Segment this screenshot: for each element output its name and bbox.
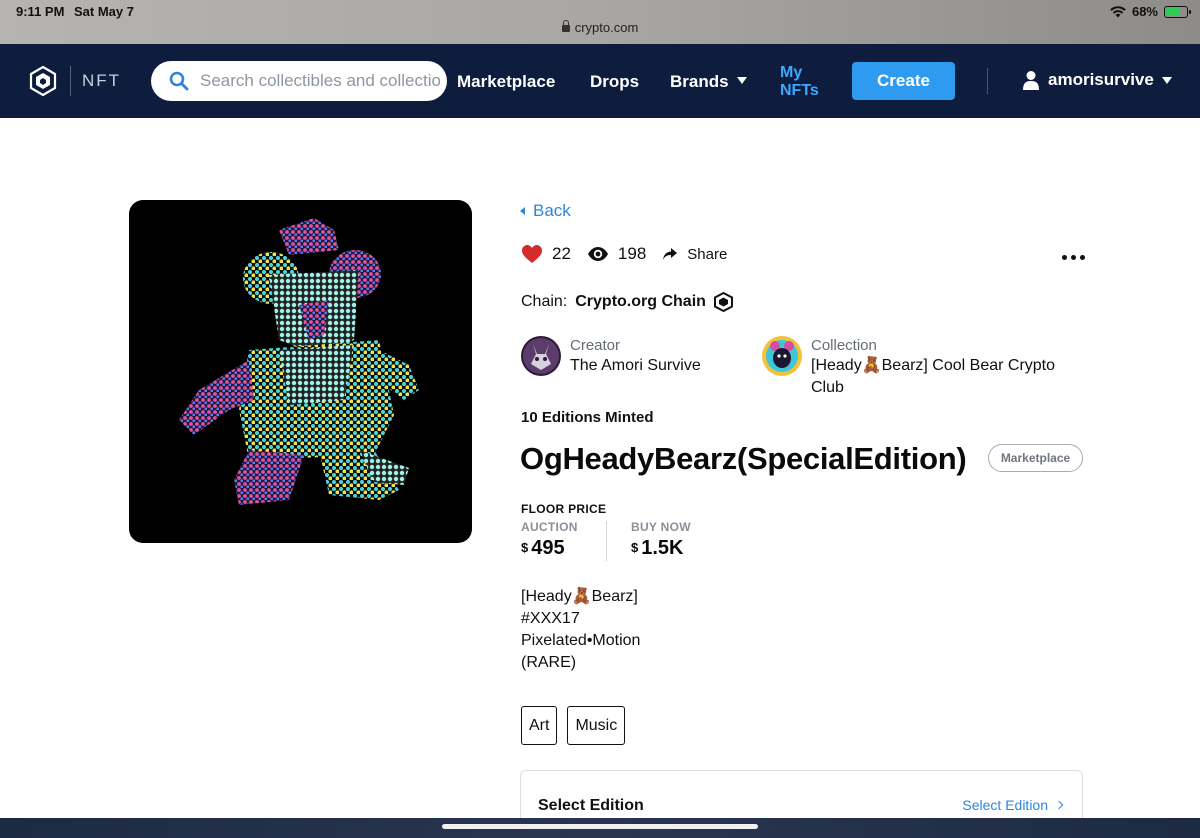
- buy-now-currency: $: [631, 540, 639, 555]
- chain-value: Crypto.org Chain: [575, 293, 706, 310]
- nav-marketplace[interactable]: Marketplace: [457, 72, 555, 92]
- description-line: (RARE): [521, 654, 577, 671]
- chevron-down-icon: [1161, 76, 1172, 84]
- top-navbar: NFT Marketplace Drops Brands My NFTs Cre…: [0, 44, 1200, 118]
- creator-name[interactable]: The Amori Survive: [570, 355, 701, 377]
- description-line: Pixelated•Motion: [521, 632, 641, 649]
- auction-price: AUCTION $495: [521, 520, 578, 560]
- collection-avatar: [762, 336, 802, 376]
- collection-name[interactable]: [Heady🧸Bearz] Cool Bear Crypto Club: [811, 355, 1091, 399]
- back-link[interactable]: Back: [520, 201, 571, 221]
- eye-icon: [587, 247, 608, 261]
- auction-label: AUCTION: [521, 520, 578, 534]
- crypto-org-chain-icon: [713, 292, 733, 312]
- auction-value: 495: [531, 537, 565, 559]
- view-stat: 198: [587, 244, 646, 264]
- editions-minted: 10 Editions Minted: [521, 409, 654, 426]
- share-icon: [663, 248, 678, 260]
- chain-label: Chain:: [521, 293, 568, 310]
- nav-brands[interactable]: Brands: [670, 72, 747, 92]
- tag-music[interactable]: Music: [567, 706, 626, 745]
- wifi-icon: [1110, 5, 1126, 17]
- address-url: crypto.com: [574, 20, 639, 35]
- description-line: #XXX17: [521, 610, 580, 627]
- nft-description: [Heady🧸Bearz] #XXX17 Pixelated•Motion (R…: [521, 586, 640, 674]
- nft-brand-label[interactable]: NFT: [82, 71, 121, 91]
- battery-percent: 68%: [1131, 4, 1158, 19]
- share-label: Share: [687, 245, 728, 263]
- address-bar[interactable]: crypto.com: [0, 20, 1200, 35]
- like-button[interactable]: 22: [521, 244, 571, 264]
- more-options-icon[interactable]: [1062, 255, 1085, 260]
- select-edition-title: Select Edition: [538, 797, 644, 814]
- tag-list: Art Music: [521, 706, 626, 745]
- nft-artwork[interactable]: [129, 200, 472, 543]
- nav-brands-label: Brands: [670, 72, 729, 91]
- creator-avatar: [521, 336, 561, 376]
- username: amorisurvive: [1048, 70, 1154, 89]
- battery-icon: [1164, 5, 1191, 18]
- status-date: Sat May 7: [74, 4, 134, 19]
- nft-stats: 22 198 Share: [521, 244, 743, 264]
- ios-status-bar: 9:11 PM Sat May 7 crypto.com 68%: [0, 0, 1200, 44]
- nav-divider: [987, 68, 988, 94]
- select-edition-link-label: Select Edition: [962, 797, 1048, 813]
- chain-info: Chain: Crypto.org Chain: [521, 292, 733, 312]
- like-count: 22: [552, 244, 571, 263]
- view-count: 198: [617, 244, 647, 263]
- search-icon: [169, 71, 189, 91]
- home-indicator[interactable]: [442, 824, 758, 829]
- search-input[interactable]: [200, 71, 440, 91]
- collection-block[interactable]: Collection [Heady🧸Bearz] Cool Bear Crypt…: [762, 336, 1092, 399]
- buy-now-value: 1.5K: [641, 537, 684, 559]
- nav-my-nfts[interactable]: My NFTs: [780, 64, 830, 100]
- crypto-com-logo-icon[interactable]: [28, 66, 58, 96]
- floor-price-label: FLOOR PRICE: [521, 502, 607, 516]
- select-edition-link[interactable]: Select Edition: [962, 797, 1064, 813]
- user-icon: [1023, 71, 1039, 90]
- share-button[interactable]: Share: [662, 246, 727, 263]
- price-divider: [606, 521, 607, 561]
- search-bar[interactable]: [151, 61, 447, 101]
- chevron-down-icon: [736, 77, 747, 84]
- creator-block[interactable]: Creator The Amori Survive: [521, 336, 701, 377]
- buy-now-price: BUY NOW $1.5K: [631, 520, 691, 560]
- chevron-right-icon: [1054, 800, 1064, 810]
- description-line: [Heady🧸Bearz]: [521, 588, 638, 605]
- user-menu[interactable]: amorisurvive: [1022, 70, 1172, 90]
- chevron-left-icon: [520, 207, 525, 215]
- status-indicators: 68%: [1110, 4, 1191, 19]
- logo-divider: [70, 66, 71, 96]
- status-time: 9:11 PM: [16, 4, 65, 19]
- creator-role: Creator: [570, 337, 621, 354]
- create-button[interactable]: Create: [852, 62, 955, 100]
- lock-icon: [561, 20, 570, 32]
- auction-currency: $: [521, 540, 529, 555]
- back-label: Back: [533, 201, 571, 220]
- nft-title: OgHeadyBearz(SpecialEdition): [520, 441, 967, 476]
- heart-icon: [522, 245, 542, 263]
- collection-role: Collection: [811, 337, 877, 354]
- pixel-bear-artwork: [179, 218, 419, 505]
- nav-drops[interactable]: Drops: [590, 72, 639, 92]
- tag-art[interactable]: Art: [521, 706, 558, 745]
- marketplace-badge: Marketplace: [988, 444, 1083, 472]
- buy-now-label: BUY NOW: [631, 520, 691, 534]
